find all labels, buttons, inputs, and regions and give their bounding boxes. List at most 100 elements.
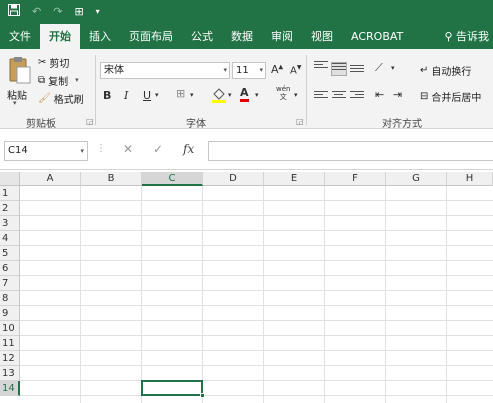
- tab-7[interactable]: 视图: [302, 24, 342, 49]
- font-name-box[interactable]: 宋体 ▾: [100, 62, 230, 79]
- tab-4[interactable]: 公式: [182, 24, 222, 49]
- chevron-down-icon: ▾: [259, 66, 263, 74]
- font-color-dropdown-icon[interactable]: ▾: [255, 91, 259, 99]
- row-header[interactable]: 7: [0, 276, 20, 291]
- tab-1[interactable]: 开始: [40, 24, 80, 49]
- cut-button[interactable]: ✂ 剪切: [38, 55, 69, 70]
- ribbon-home: 粘贴 ▾ ✂ 剪切 ⧉ 复制 ▾ 🖌 格式刷 剪贴板 ◲ 宋体 ▾ 11 ▾ A▲ A▼ B…: [0, 49, 493, 130]
- cell-area[interactable]: [20, 186, 493, 403]
- wrap-text-button[interactable]: ↵ 自动换行: [420, 63, 471, 78]
- row-header[interactable]: 9: [0, 306, 20, 321]
- row-header[interactable]: 6: [0, 261, 20, 276]
- copy-dropdown-icon[interactable]: ▾: [75, 76, 79, 84]
- row-header[interactable]: 3: [0, 216, 20, 231]
- row-header[interactable]: 4: [0, 231, 20, 246]
- paste-button[interactable]: [8, 55, 32, 85]
- copy-button[interactable]: ⧉ 复制 ▾: [38, 73, 79, 88]
- align-right-icon[interactable]: [350, 91, 364, 103]
- insert-function-icon[interactable]: fx: [183, 142, 194, 156]
- chevron-down-icon: ▾: [223, 66, 227, 74]
- enter-icon[interactable]: ✓: [153, 142, 163, 156]
- increase-indent-icon[interactable]: ⇥: [393, 88, 402, 101]
- tab-2[interactable]: 插入: [80, 24, 120, 49]
- orientation-icon[interactable]: ⟋: [375, 61, 383, 75]
- merge-icon: ⊟: [420, 90, 429, 102]
- format-painter-button[interactable]: 🖌 格式刷: [38, 91, 84, 106]
- ribbon-separator: [306, 55, 307, 125]
- formula-bar: C14 ▾ ⋮ ✕ ✓ fx: [0, 129, 493, 170]
- name-box[interactable]: C14 ▾: [4, 141, 88, 161]
- column-header[interactable]: F: [325, 172, 386, 186]
- column-header[interactable]: G: [386, 172, 447, 186]
- cancel-icon[interactable]: ✕: [123, 142, 133, 156]
- row-header[interactable]: 12: [0, 351, 20, 366]
- shrink-font-button[interactable]: A▼: [290, 64, 301, 76]
- resize-handle-icon[interactable]: ⋮: [96, 143, 106, 154]
- undo-icon[interactable]: ↶: [32, 5, 41, 18]
- italic-button[interactable]: I: [124, 89, 128, 102]
- underline-dropdown-icon[interactable]: ▾: [155, 91, 159, 99]
- row-header[interactable]: 10: [0, 321, 20, 336]
- borders-icon[interactable]: ⊞: [176, 87, 185, 100]
- row-header[interactable]: 1: [0, 186, 20, 201]
- row-header[interactable]: 2: [0, 201, 20, 216]
- column-header[interactable]: A: [20, 172, 81, 186]
- row-header[interactable]: 5: [0, 246, 20, 261]
- bold-button[interactable]: B: [103, 89, 111, 102]
- row-header[interactable]: 13: [0, 366, 20, 381]
- clipboard-launcher-icon[interactable]: ◲: [86, 117, 94, 126]
- quick-access-toolbar: ↶ ↷ ⊞ ▾: [0, 0, 493, 22]
- row-header[interactable]: 8: [0, 291, 20, 306]
- brush-icon: 🖌: [38, 92, 51, 104]
- column-header[interactable]: E: [264, 172, 325, 186]
- tab-6[interactable]: 审阅: [262, 24, 302, 49]
- search-icon: ⚲: [444, 30, 456, 43]
- align-middle-icon[interactable]: [331, 62, 347, 76]
- fill-color-button[interactable]: [211, 87, 227, 103]
- font-group-label: 字体: [186, 119, 206, 130]
- ribbon-separator: [95, 55, 96, 125]
- paste-label[interactable]: 粘贴: [7, 87, 27, 102]
- tab-0[interactable]: 文件: [0, 24, 40, 49]
- save-icon[interactable]: [8, 3, 20, 19]
- ribbon-tabs: 文件 开始 插入 页面布局 公式 数据 审阅 视图 ACROBAT ⚲ 告诉我: [0, 22, 493, 49]
- phonetic-button[interactable]: wén 文: [276, 85, 290, 101]
- fill-handle[interactable]: [200, 393, 205, 398]
- column-header[interactable]: H: [447, 172, 493, 186]
- phonetic-dropdown-icon[interactable]: ▾: [294, 91, 298, 99]
- grow-font-button[interactable]: A▲: [271, 63, 283, 76]
- select-all-corner[interactable]: [0, 172, 20, 186]
- font-color-button[interactable]: A: [240, 87, 249, 102]
- tab-8[interactable]: ACROBAT: [342, 24, 412, 49]
- tell-me-box[interactable]: ⚲ 告诉我: [435, 24, 493, 49]
- underline-button[interactable]: U: [143, 89, 151, 102]
- chevron-down-icon: ▾: [80, 147, 84, 155]
- font-size-box[interactable]: 11 ▾: [232, 62, 266, 79]
- wrap-text-icon: ↵: [420, 64, 429, 76]
- row-header[interactable]: 11: [0, 336, 20, 351]
- column-header[interactable]: C: [142, 172, 203, 186]
- row-header[interactable]: 14: [0, 381, 20, 396]
- font-launcher-icon[interactable]: ◲: [296, 117, 304, 126]
- column-header[interactable]: B: [81, 172, 142, 186]
- decrease-indent-icon[interactable]: ⇤: [375, 88, 384, 101]
- touch-mode-icon[interactable]: ⊞: [74, 5, 83, 18]
- align-center-icon[interactable]: [332, 91, 346, 103]
- active-cell[interactable]: [141, 380, 203, 396]
- tab-5[interactable]: 数据: [222, 24, 262, 49]
- fill-dropdown-icon[interactable]: ▾: [228, 91, 232, 99]
- scissors-icon: ✂: [38, 56, 47, 68]
- column-header[interactable]: D: [203, 172, 264, 186]
- merge-center-button[interactable]: ⊟ 合并后居中: [420, 89, 481, 104]
- copy-icon: ⧉: [38, 74, 46, 86]
- formula-input[interactable]: [208, 141, 493, 161]
- tab-3[interactable]: 页面布局: [120, 24, 182, 49]
- paste-dropdown-icon[interactable]: ▾: [13, 99, 17, 107]
- customize-qat-icon[interactable]: ▾: [96, 7, 100, 16]
- orientation-dropdown-icon[interactable]: ▾: [391, 64, 395, 72]
- align-left-icon[interactable]: [314, 91, 328, 103]
- redo-icon[interactable]: ↷: [53, 5, 62, 18]
- borders-dropdown-icon[interactable]: ▾: [190, 91, 194, 99]
- align-top-icon[interactable]: [314, 61, 328, 73]
- align-bottom-icon[interactable]: [350, 65, 364, 77]
